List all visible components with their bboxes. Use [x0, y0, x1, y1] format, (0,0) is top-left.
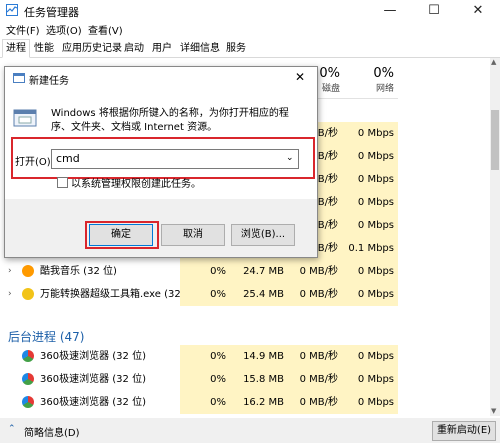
menu-view[interactable]: 查看(V): [88, 22, 123, 37]
open-label: 打开(O):: [15, 157, 55, 168]
admin-checkbox-label: 以系统管理权限创建此任务。: [71, 179, 201, 190]
cell-cpu: 0%: [180, 391, 230, 414]
open-input-value: cmd: [56, 152, 80, 165]
restart-button[interactable]: 重新启动(E): [432, 421, 496, 441]
column-network[interactable]: 0% 网络: [342, 66, 394, 94]
cancel-button[interactable]: 取消: [161, 224, 225, 246]
cell-mem: 14.9 MB: [230, 345, 288, 368]
cell-cpu: 0%: [180, 283, 230, 306]
dialog-close-button[interactable]: ✕: [295, 70, 305, 84]
table-row[interactable]: 360极速浏览器 (32 位) 0% 15.8 MB 0 MB/秒 0 Mbps: [0, 368, 492, 391]
cell-net: 0 Mbps: [342, 191, 398, 214]
browser-icon: [22, 373, 34, 385]
browse-button[interactable]: 浏览(B)...: [231, 224, 295, 246]
cell-net: 0 Mbps: [342, 214, 398, 237]
tab-app-history[interactable]: 应用历史记录: [58, 39, 126, 58]
dialog-description: Windows 将根据你所键入的名称，为你打开相应的程序、文件夹、文档或 Int…: [51, 108, 289, 133]
dialog-footer: 确定 取消 浏览(B)...: [5, 199, 317, 257]
task-manager-icon: [6, 4, 18, 16]
cell-net: 0 Mbps: [342, 122, 398, 145]
cell-mem: 16.2 MB: [230, 391, 288, 414]
tab-details[interactable]: 详细信息: [176, 39, 224, 58]
cell-net: 0 Mbps: [342, 145, 398, 168]
tab-startup[interactable]: 启动: [120, 39, 148, 58]
cell-net: 0.1 Mbps: [342, 237, 398, 260]
new-task-dialog: 新建任务 ✕ Windows 将根据你所键入的名称，为你打开相应的程序、文件夹、…: [4, 66, 318, 258]
cell-mem: 25.4 MB: [230, 283, 288, 306]
app-icon: [22, 288, 34, 300]
cell-disk: 0 MB/秒: [288, 283, 342, 306]
table-row[interactable]: › 酷我音乐 (32 位) 0% 24.7 MB 0 MB/秒 0 Mbps: [0, 260, 492, 283]
cell-disk: 0 MB/秒: [288, 260, 342, 283]
cell-net: 0 Mbps: [342, 345, 398, 368]
title-bar: 任务管理器 — ☐ ✕: [0, 0, 500, 22]
cell-net: 0 Mbps: [342, 260, 398, 283]
cell-disk: 0 MB/秒: [288, 345, 342, 368]
tab-users[interactable]: 用户: [148, 39, 176, 58]
app-icon: [22, 265, 34, 277]
process-name: 360极速浏览器 (32 位): [40, 397, 146, 408]
tab-performance[interactable]: 性能: [30, 39, 58, 58]
cell-mem: 15.8 MB: [230, 368, 288, 391]
cell-mem: 24.7 MB: [230, 260, 288, 283]
tab-services[interactable]: 服务: [222, 39, 250, 58]
dialog-icon: [13, 73, 25, 83]
tab-bar: 进程 性能 应用历史记录 启动 用户 详细信息 服务: [0, 39, 500, 58]
scroll-down-icon[interactable]: ▼: [491, 407, 496, 415]
collapse-icon[interactable]: ⌃: [8, 424, 16, 434]
scroll-up-icon[interactable]: ▲: [491, 58, 496, 66]
table-row[interactable]: › 万能转换器超级工具箱.exe (32 位) 0% 25.4 MB 0 MB/秒 0 M…: [0, 283, 492, 306]
process-name: 360极速浏览器 (32 位): [40, 351, 146, 362]
close-button[interactable]: ✕: [456, 0, 500, 22]
browser-icon: [22, 396, 34, 408]
cell-net: 0 Mbps: [342, 391, 398, 414]
dialog-title: 新建任务: [29, 76, 69, 87]
ok-button[interactable]: 确定: [89, 224, 153, 246]
dropdown-chevron-icon[interactable]: ⌄: [286, 153, 294, 163]
cell-cpu: 0%: [180, 368, 230, 391]
bottom-bar: ⌃ 简略信息(D) 重新启动(E): [0, 418, 500, 443]
cell-cpu: 0%: [180, 345, 230, 368]
expand-chevron-icon[interactable]: ›: [8, 266, 12, 276]
maximize-button[interactable]: ☐: [412, 0, 456, 22]
process-name: 酷我音乐 (32 位): [40, 266, 117, 277]
expand-chevron-icon[interactable]: ›: [8, 289, 12, 299]
admin-checkbox[interactable]: [57, 177, 68, 188]
network-label: 网络: [375, 84, 394, 94]
table-row[interactable]: 360极速浏览器 (32 位) 0% 14.9 MB 0 MB/秒 0 Mbps: [0, 345, 492, 368]
cell-net: 0 Mbps: [342, 368, 398, 391]
window-title: 任务管理器: [24, 6, 79, 19]
cell-disk: 0 MB/秒: [288, 391, 342, 414]
cell-cpu: 0%: [180, 260, 230, 283]
process-name: 万能转换器超级工具箱.exe (32 位): [40, 289, 198, 300]
minimize-button[interactable]: —: [368, 0, 412, 22]
menu-file[interactable]: 文件(F): [6, 22, 40, 37]
brief-info-link[interactable]: 简略信息(D): [24, 424, 80, 439]
scrollbar-thumb[interactable]: [491, 110, 499, 170]
cell-disk: 0 MB/秒: [288, 368, 342, 391]
cell-net: 0 Mbps: [342, 283, 398, 306]
menu-bar: 文件(F) 选项(O) 查看(V): [0, 22, 500, 38]
run-icon: [13, 107, 41, 131]
browser-icon: [22, 350, 34, 362]
process-name: 360极速浏览器 (32 位): [40, 374, 146, 385]
table-row[interactable]: 360极速浏览器 (32 位) 0% 16.2 MB 0 MB/秒 0 Mbps: [0, 391, 492, 414]
tab-processes[interactable]: 进程: [2, 39, 30, 58]
section-background-processes: 后台进程 (47): [8, 330, 85, 344]
menu-options[interactable]: 选项(O): [46, 22, 82, 37]
network-percent: 0%: [373, 66, 394, 81]
cell-net: 0 Mbps: [342, 168, 398, 191]
open-input[interactable]: cmd ⌄: [51, 149, 299, 169]
